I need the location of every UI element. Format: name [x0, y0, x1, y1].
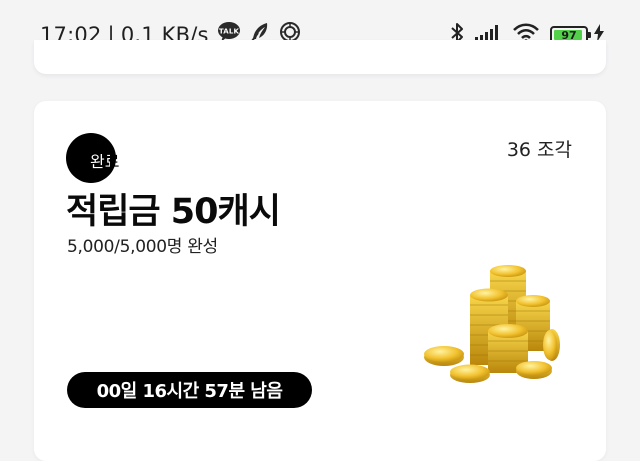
gold-coins-icon [422, 261, 562, 391]
pieces-count: 36 조각 [506, 139, 572, 161]
mission-card[interactable]: 완료 36 조각 적립금 50캐시 5,000/5,000명 완성 00일 16… [34, 101, 606, 461]
talk-icon-label: TALK [219, 28, 240, 36]
previous-card[interactable] [34, 40, 606, 74]
status-badge-label: 완료 [90, 152, 120, 171]
time-remaining-badge: 00일 16시간 57분 남음 [67, 372, 312, 408]
mission-title: 적립금 50캐시 [66, 192, 281, 232]
mission-progress: 5,000/5,000명 완성 [67, 237, 218, 257]
